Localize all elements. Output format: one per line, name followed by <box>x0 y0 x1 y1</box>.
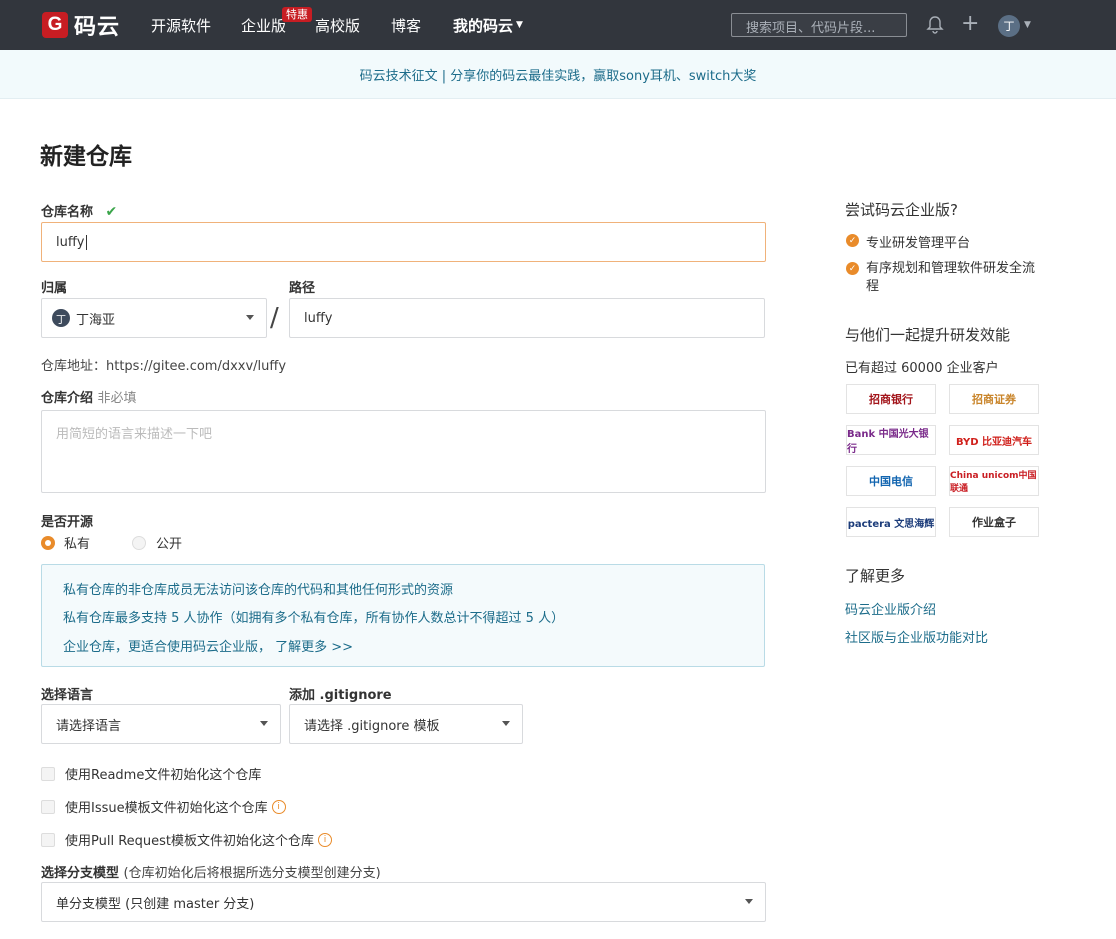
sidebar-try-title: 尝试码云企业版? <box>845 201 958 219</box>
user-avatar[interactable]: 丁 <box>998 15 1020 37</box>
search-input[interactable]: 搜索项目、代码片段... <box>731 13 907 37</box>
info-icon[interactable]: i <box>318 832 333 847</box>
sidebar-together-title: 与他们一起提升研发效能 <box>845 326 1011 344</box>
repo-name-input[interactable]: luffy <box>41 222 766 262</box>
branch-model-select[interactable]: 单分支模型 (只创建 master 分支) <box>41 882 766 922</box>
path-label: 路径 <box>289 281 316 296</box>
announcement-banner[interactable]: 码云技术征文 | 分享你的码云最佳实践，赢取sony耳机、switch大奖 <box>0 50 1116 99</box>
feature-item: 有序规划和管理软件研发全流程 <box>866 261 1036 294</box>
owner-select[interactable]: 丁 丁海亚 <box>41 298 267 338</box>
path-separator: / <box>270 303 279 333</box>
private-info-box: 私有仓库的非仓库成员无法访问该仓库的代码和其他任何形式的资源 私有仓库最多支持 … <box>41 564 765 667</box>
info-line: 私有仓库的非仓库成员无法访问该仓库的代码和其他任何形式的资源 <box>63 583 454 598</box>
chevron-down-icon[interactable]: ▼ <box>1024 20 1031 30</box>
customer-logo-pactera: pactera 文思海辉 <box>846 507 936 537</box>
radio-public[interactable]: 公开 <box>132 533 182 552</box>
logo-icon: G <box>42 12 68 38</box>
feature-item: 专业研发管理平台 <box>866 236 971 251</box>
bell-icon[interactable] <box>926 15 944 39</box>
check-circle-icon: ✓ <box>846 262 859 275</box>
language-label: 选择语言 <box>41 688 94 703</box>
checkbox-icon <box>41 766 55 781</box>
issue-template-checkbox[interactable]: 使用Issue模板文件初始化这个仓库 i <box>41 797 286 816</box>
enterprise-learn-more-link[interactable]: 企业仓库，更适合使用码云企业版， 了解更多 >> <box>63 636 353 655</box>
nav-my-gitee[interactable]: 我的码云 ▼ <box>453 0 523 50</box>
nav-open-source[interactable]: 开源软件 <box>151 0 211 50</box>
promo-badge: 特惠 <box>282 7 312 22</box>
check-circle-icon: ✓ <box>846 234 859 247</box>
logo-text: 码云 <box>74 15 121 40</box>
chevron-down-icon <box>745 899 753 904</box>
page-title: 新建仓库 <box>40 144 132 170</box>
customer-logo-telecom: 中国电信 <box>846 466 936 496</box>
checkbox-icon <box>41 832 55 847</box>
chevron-down-icon <box>246 315 254 320</box>
owner-label: 归属 <box>41 281 68 296</box>
check-icon: ✔ <box>105 204 118 220</box>
nav-enterprise[interactable]: 企业版 <box>241 0 286 50</box>
customer-logo-ceb: Bank 中国光大银行 <box>846 425 936 455</box>
nav-education[interactable]: 高校版 <box>315 0 360 50</box>
sidebar-learn-title: 了解更多 <box>845 567 906 585</box>
radio-private[interactable]: 私有 <box>41 533 90 552</box>
top-navbar: G 码云 开源软件 企业版 特惠 高校版 博客 我的码云 ▼ 搜索项目、代码片段.… <box>0 0 1116 50</box>
pr-template-checkbox[interactable]: 使用Pull Request模板文件初始化这个仓库 i <box>41 830 333 849</box>
customer-logo-cms: 招商证券 <box>949 384 1039 414</box>
chevron-down-icon: ▼ <box>516 20 523 30</box>
edition-compare-link[interactable]: 社区版与企业版功能对比 <box>845 627 988 646</box>
repo-address: 仓库地址：https://gitee.com/dxxv/luffy <box>41 359 287 374</box>
open-source-label: 是否开源 <box>41 515 94 530</box>
radio-unchecked-icon <box>132 535 146 550</box>
enterprise-intro-link[interactable]: 码云企业版介绍 <box>845 599 936 618</box>
desc-label: 仓库介绍 非必填 <box>41 391 137 406</box>
checkbox-icon <box>41 799 55 814</box>
chevron-down-icon <box>502 721 510 726</box>
info-icon[interactable]: i <box>271 799 286 814</box>
path-input[interactable]: luffy <box>289 298 765 338</box>
customer-logo-unicom: China unicom中国联通 <box>949 466 1039 496</box>
site-logo[interactable]: G 码云 <box>42 12 121 40</box>
branch-model-label: 选择分支模型 (仓库初始化后将根据所选分支模型创建分支) <box>41 866 381 881</box>
nav-blog[interactable]: 博客 <box>391 0 421 50</box>
language-select[interactable]: 请选择语言 <box>41 704 281 744</box>
description-textarea[interactable]: 用简短的语言来描述一下吧 <box>41 410 766 493</box>
plus-icon[interactable]: + <box>961 13 979 35</box>
radio-checked-icon <box>41 535 55 550</box>
owner-avatar: 丁 <box>52 309 70 327</box>
customer-logo-zuoyehezi: 作业盒子 <box>949 507 1039 537</box>
repo-name-label: 仓库名称 ✔ <box>41 204 118 220</box>
customers-count: 已有超过 60000 企业客户 <box>845 361 999 376</box>
customer-logo-byd: BYD 比亚迪汽车 <box>949 425 1039 455</box>
gitignore-label: 添加 .gitignore <box>289 688 392 703</box>
chevron-down-icon <box>260 721 268 726</box>
info-line: 私有仓库最多支持 5 人协作（如拥有多个私有仓库，所有协作人数总计不得超过 5 … <box>63 611 565 626</box>
customer-logo-cmb: 招商银行 <box>846 384 936 414</box>
gitignore-select[interactable]: 请选择 .gitignore 模板 <box>289 704 523 744</box>
readme-checkbox[interactable]: 使用Readme文件初始化这个仓库 <box>41 764 261 783</box>
